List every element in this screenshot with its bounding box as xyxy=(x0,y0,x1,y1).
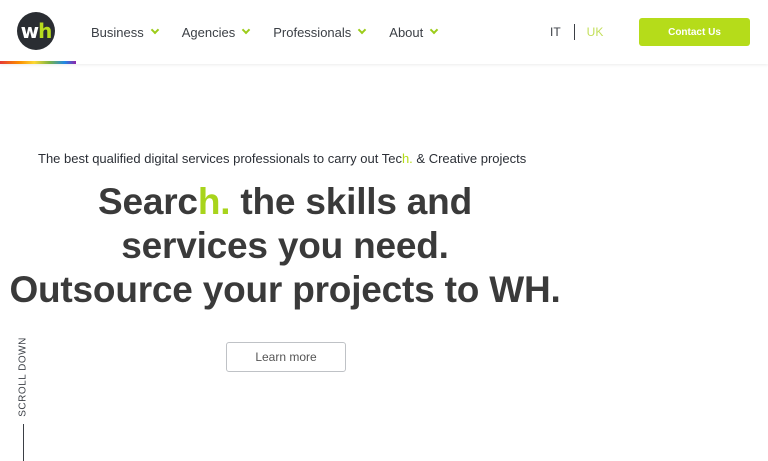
chevron-down-icon xyxy=(150,25,159,35)
nav-item-label: Agencies xyxy=(181,24,236,40)
chevron-down-icon xyxy=(241,25,251,35)
lang-it-link[interactable]: IT xyxy=(550,25,561,39)
lang-uk-link[interactable]: UK xyxy=(587,25,604,39)
logo-color-bar xyxy=(0,61,76,64)
nav-item-about[interactable]: About xyxy=(389,24,439,40)
logo-text: wh xyxy=(20,19,53,43)
chevron-down-icon xyxy=(358,25,367,35)
nav-item-professionals[interactable]: Professionals xyxy=(273,24,367,40)
wh-logo[interactable]: wh xyxy=(17,12,55,50)
nav-item-business[interactable]: Business xyxy=(91,24,159,40)
scroll-down-line xyxy=(23,424,24,461)
headline-line-2: services you need. xyxy=(121,225,449,266)
lang-divider xyxy=(573,24,575,40)
nav-item-label: Business xyxy=(91,24,144,40)
language-switcher: IT UK xyxy=(550,0,603,64)
hero-tagline: The best qualified digital services prof… xyxy=(38,151,527,166)
site-header: wh Business Agencies Professionals About… xyxy=(0,0,768,64)
headline-line-1: Search. the skills and xyxy=(98,181,472,222)
scroll-down-label: SCROLL DOWN xyxy=(17,337,29,417)
nav-item-label: Professionals xyxy=(273,24,352,40)
main-nav: Business Agencies Professionals About xyxy=(91,0,461,64)
nav-item-label: About xyxy=(389,24,424,40)
contact-us-button[interactable]: Contact Us xyxy=(639,18,750,46)
hero-headline: Search. the skills and services you need… xyxy=(0,180,570,312)
learn-more-button[interactable]: Learn more xyxy=(226,342,346,372)
nav-item-agencies[interactable]: Agencies xyxy=(181,24,251,40)
headline-line-3: Outsource your projects to WH. xyxy=(9,269,561,310)
chevron-down-icon xyxy=(430,25,439,35)
